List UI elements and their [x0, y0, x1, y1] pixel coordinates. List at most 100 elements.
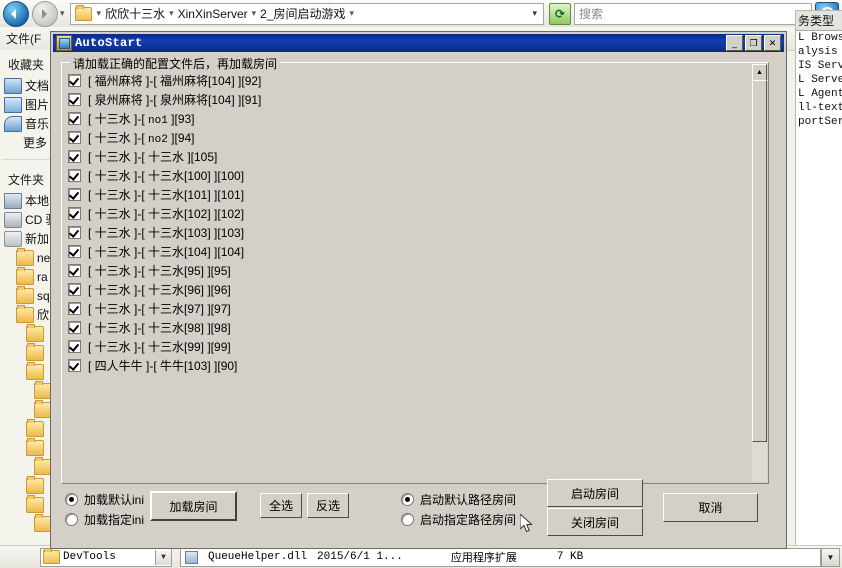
- room-list-item[interactable]: [ 十三水 ]-[ 十三水[98] ][98]: [64, 318, 750, 337]
- load-room-button[interactable]: 加载房间: [150, 491, 237, 521]
- room-checkbox[interactable]: [68, 245, 81, 258]
- list-item[interactable]: [4, 381, 56, 400]
- radio-start-default-path[interactable]: 启动默认路径房间: [401, 489, 516, 509]
- room-list-item[interactable]: [ 四人牛牛 ]-[ 牛牛[103] ][90]: [64, 356, 750, 375]
- breadcrumb-item-0[interactable]: 欣欣十三水: [104, 5, 166, 22]
- room-checkbox[interactable]: [68, 150, 81, 163]
- scrollbar-thumb[interactable]: [752, 80, 767, 442]
- chevron-down-icon[interactable]: ▼: [155, 550, 171, 565]
- sidebar-item-documents[interactable]: 文档: [4, 76, 56, 95]
- folder-icon: [34, 402, 52, 418]
- breadcrumb-separator[interactable]: ▾: [166, 8, 177, 19]
- sidebar-item-more[interactable]: 更多: [4, 133, 56, 152]
- scroll-down-icon[interactable]: ▼: [821, 548, 840, 567]
- refresh-icon[interactable]: ⟳: [549, 3, 571, 25]
- room-list-item[interactable]: [ 泉州麻将 ]-[ 泉州麻将[104] ][91]: [64, 90, 750, 109]
- room-checkbox[interactable]: [68, 302, 81, 315]
- breadcrumb-separator[interactable]: ▾: [347, 8, 358, 19]
- list-item[interactable]: [4, 400, 56, 419]
- room-list-item[interactable]: [ 十三水 ]-[ no2 ][94]: [64, 128, 750, 147]
- room-checkbox[interactable]: [68, 188, 81, 201]
- room-list-item[interactable]: [ 十三水 ]-[ 十三水[103] ][103]: [64, 223, 750, 242]
- room-checkbox[interactable]: [68, 207, 81, 220]
- room-checkbox[interactable]: [68, 93, 81, 106]
- room-checkbox[interactable]: [68, 359, 81, 372]
- list-item[interactable]: [4, 476, 56, 495]
- room-list-item[interactable]: [ 十三水 ]-[ 十三水[95] ][95]: [64, 261, 750, 280]
- breadcrumb-separator[interactable]: ▾: [94, 8, 105, 19]
- room-checkbox[interactable]: [68, 112, 81, 125]
- list-item[interactable]: [4, 362, 56, 381]
- room-list-item[interactable]: [ 十三水 ]-[ no1 ][93]: [64, 109, 750, 128]
- services-panel-header: 务类型: [796, 11, 842, 31]
- room-list-item[interactable]: [ 十三水 ]-[ 十三水[100] ][100]: [64, 166, 750, 185]
- room-checkbox[interactable]: [68, 131, 81, 144]
- forward-arrow-icon[interactable]: [32, 1, 58, 27]
- sidebar-item-folder-ra[interactable]: ra: [4, 267, 56, 286]
- maximize-button[interactable]: ❐: [745, 35, 762, 51]
- start-room-button[interactable]: 启动房间: [547, 479, 643, 507]
- list-item[interactable]: [4, 457, 56, 476]
- search-input[interactable]: 搜索: [574, 3, 812, 25]
- breadcrumb-dropdown-icon[interactable]: ▾: [532, 8, 541, 19]
- folder-combo[interactable]: DevTools ▼: [40, 548, 172, 567]
- toolbar-file-menu[interactable]: 文件(F: [0, 30, 47, 47]
- list-item[interactable]: [4, 495, 56, 514]
- sidebar-item-music[interactable]: 音乐: [4, 114, 56, 133]
- sidebar-item-cd-drive[interactable]: CD 驱: [4, 210, 56, 229]
- services-panel-row[interactable]: alysis: [796, 45, 842, 59]
- close-room-button[interactable]: 关闭房间: [547, 508, 643, 536]
- services-panel-row[interactable]: L Agent: [796, 87, 842, 101]
- list-item[interactable]: [4, 343, 56, 362]
- select-all-button[interactable]: 全选: [260, 493, 302, 518]
- triangle-up-icon[interactable]: ▲: [752, 64, 767, 81]
- list-item[interactable]: [4, 419, 56, 438]
- file-row[interactable]: QueueHelper.dll 2015/6/1 1... 应用程序扩展 7 K…: [180, 548, 821, 567]
- breadcrumb[interactable]: ▾ 欣欣十三水 ▾ XinXinServer ▾ 2_房间启动游戏 ▾ ▾: [70, 3, 544, 25]
- room-list-item[interactable]: [ 十三水 ]-[ 十三水[96] ][96]: [64, 280, 750, 299]
- room-checkbox[interactable]: [68, 340, 81, 353]
- breadcrumb-item-2[interactable]: 2_房间启动游戏: [259, 5, 346, 22]
- room-checkbox[interactable]: [68, 264, 81, 277]
- close-button[interactable]: ✕: [764, 35, 781, 51]
- radio-start-custom-path[interactable]: 启动指定路径房间: [401, 509, 516, 529]
- back-arrow-icon[interactable]: [3, 1, 29, 27]
- minimize-button[interactable]: _: [726, 35, 743, 51]
- room-checkbox[interactable]: [68, 321, 81, 334]
- room-checkbox[interactable]: [68, 169, 81, 182]
- sidebar-item-pictures[interactable]: 图片: [4, 95, 56, 114]
- services-panel-row[interactable]: IS Serv: [796, 59, 842, 73]
- room-list-item[interactable]: [ 十三水 ]-[ 十三水 ][105]: [64, 147, 750, 166]
- services-panel-row[interactable]: ll-text: [796, 101, 842, 115]
- room-label: [ 十三水 ]-[ 十三水[97] ][97]: [88, 300, 231, 317]
- room-list-item[interactable]: [ 十三水 ]-[ 十三水[102] ][102]: [64, 204, 750, 223]
- services-panel-row[interactable]: L Serve: [796, 73, 842, 87]
- room-checkbox[interactable]: [68, 283, 81, 296]
- room-list-scrollbar[interactable]: ▲: [752, 64, 767, 482]
- room-list-item[interactable]: [ 十三水 ]-[ 十三水[101] ][101]: [64, 185, 750, 204]
- room-list-item[interactable]: [ 十三水 ]-[ 十三水[99] ][99]: [64, 337, 750, 356]
- radio-load-default-ini[interactable]: 加载默认ini: [65, 489, 144, 509]
- breadcrumb-separator[interactable]: ▾: [249, 8, 260, 19]
- invert-selection-button[interactable]: 反选: [307, 493, 349, 518]
- cancel-button[interactable]: 取消: [663, 493, 758, 522]
- room-list-item[interactable]: [ 十三水 ]-[ 十三水[97] ][97]: [64, 299, 750, 318]
- dialog-title-bar[interactable]: AutoStart _ ❐ ✕: [53, 34, 784, 52]
- sidebar-item-folder-ne[interactable]: ne: [4, 248, 56, 267]
- room-checkbox[interactable]: [68, 226, 81, 239]
- sidebar-item-folder-sq[interactable]: sq: [4, 286, 56, 305]
- room-list-item[interactable]: [ 十三水 ]-[ 十三水[104] ][104]: [64, 242, 750, 261]
- list-item[interactable]: [4, 438, 56, 457]
- radio-load-custom-ini[interactable]: 加载指定ini: [65, 509, 144, 529]
- services-panel-row[interactable]: portSer: [796, 115, 842, 129]
- breadcrumb-item-1[interactable]: XinXinServer: [177, 7, 249, 21]
- room-list-item[interactable]: [ 福州麻将 ]-[ 福州麻将[104] ][92]: [64, 71, 750, 90]
- list-item[interactable]: [4, 324, 56, 343]
- services-panel-row[interactable]: L Brows: [796, 31, 842, 45]
- sidebar-item-folder-xin[interactable]: 欣: [4, 305, 56, 324]
- sidebar-item-hard-drive[interactable]: 新加: [4, 229, 56, 248]
- history-dropdown-icon[interactable]: ▾: [60, 8, 65, 19]
- room-checkbox[interactable]: [68, 74, 81, 87]
- list-item[interactable]: [4, 514, 56, 533]
- sidebar-item-computer[interactable]: 本地: [4, 191, 56, 210]
